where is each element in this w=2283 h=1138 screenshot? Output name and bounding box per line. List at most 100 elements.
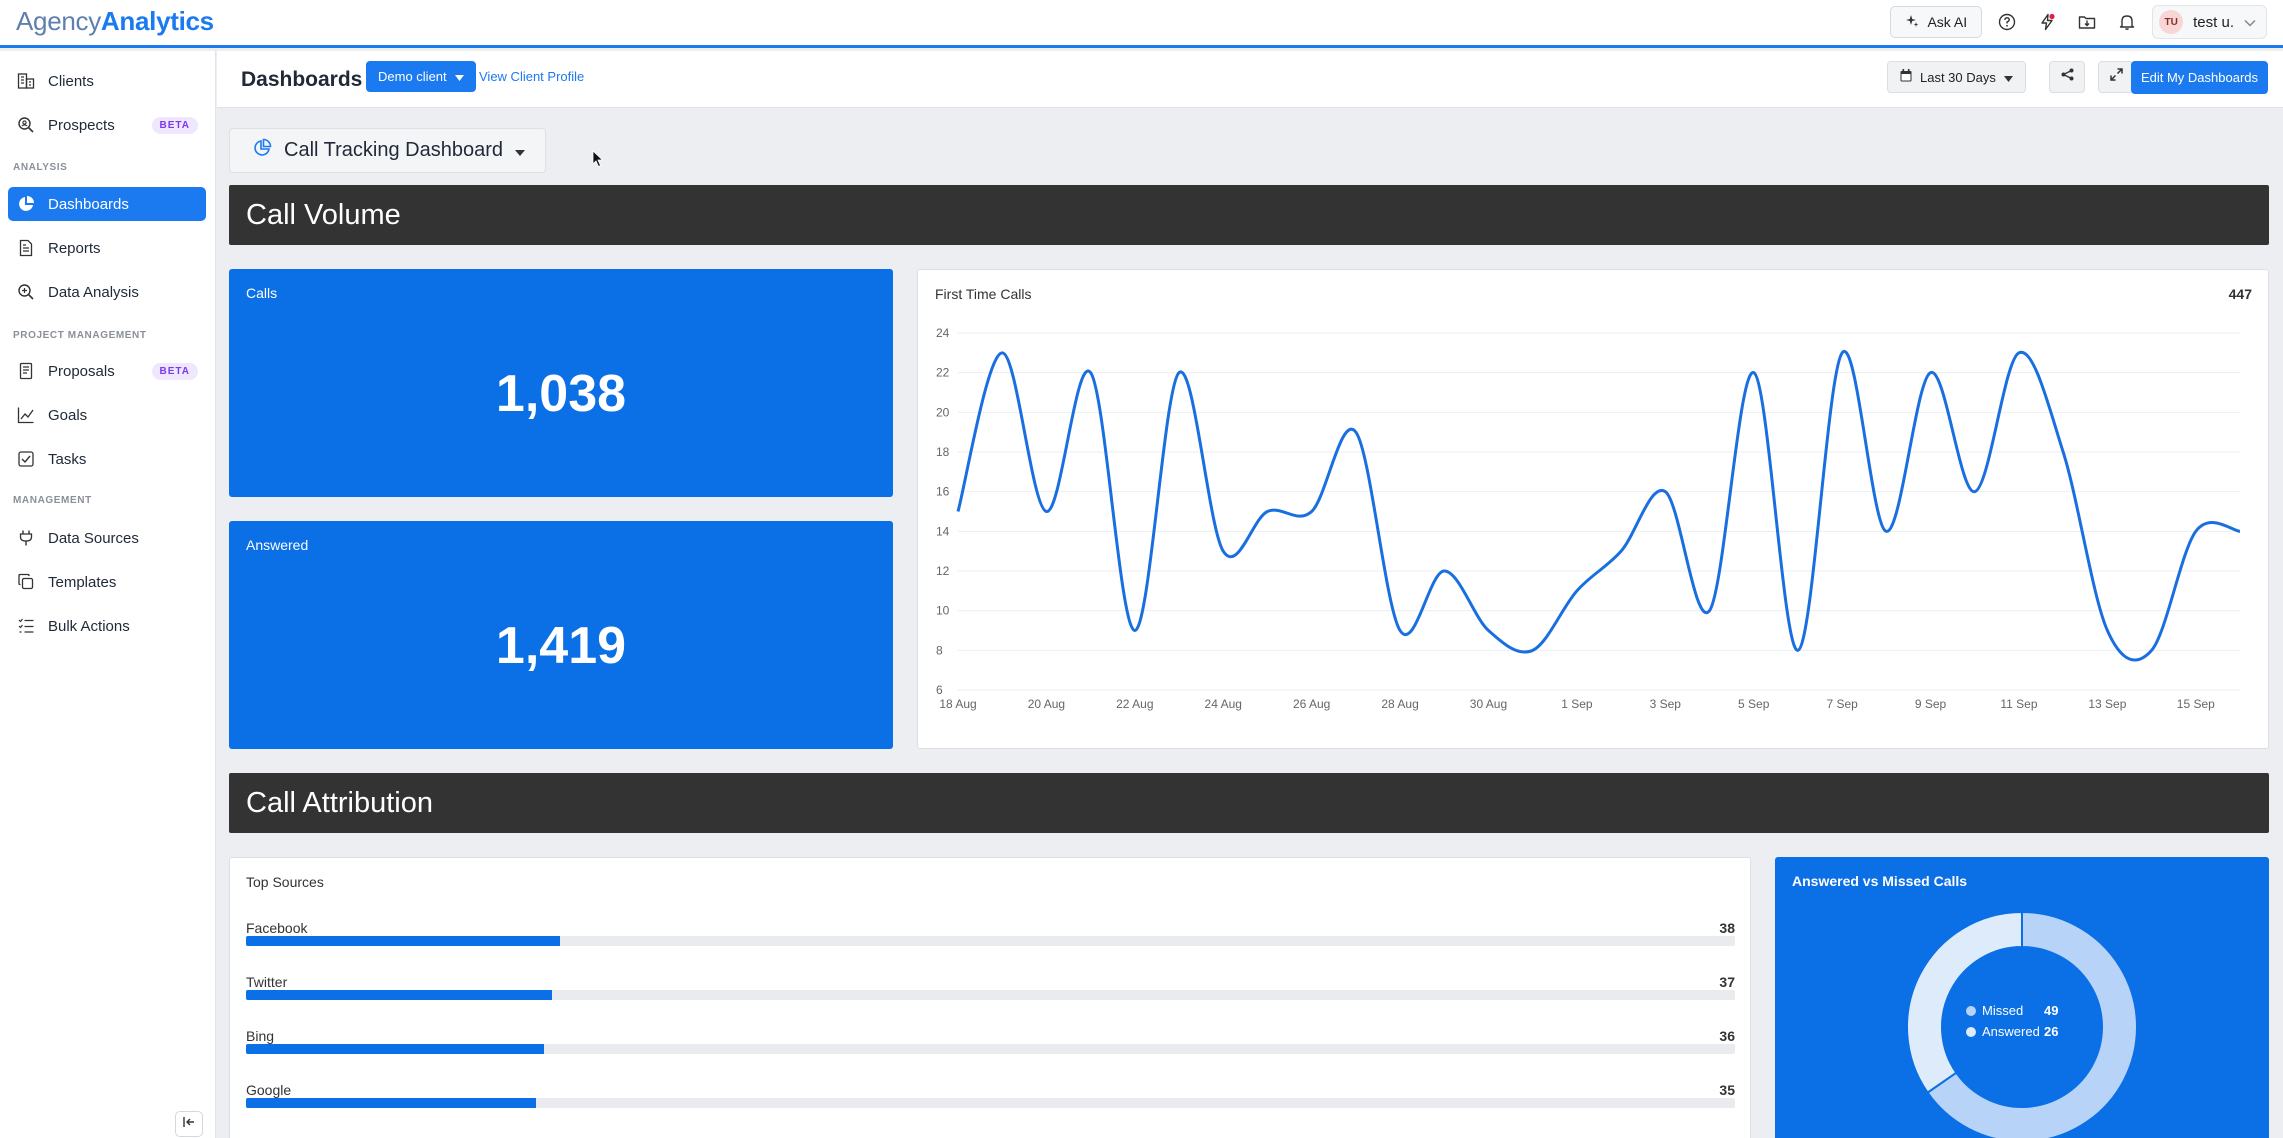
stat-label: Calls xyxy=(246,285,278,301)
sidebar-item-tasks[interactable]: Tasks xyxy=(8,442,206,476)
caret-down-icon xyxy=(454,69,464,84)
ask-ai-button[interactable]: Ask AI xyxy=(1890,6,1983,38)
sidebar-item-proposals[interactable]: Proposals BETA xyxy=(8,354,206,388)
first-time-calls-line-chart: 6 8 10 12 14 16 18 20 22 24 18 Aug 20 Aug 22 Aug 24 A… xyxy=(936,326,2241,711)
data-point xyxy=(1488,630,1489,631)
pie-chart-icon xyxy=(16,194,36,214)
answered-vs-missed-card: Answered vs Missed Calls Missed 49 Answere… xyxy=(1775,857,2269,1138)
user-name: test u. xyxy=(2193,13,2234,31)
client-dropdown-button[interactable]: Demo client xyxy=(366,61,476,92)
first-time-calls-card: First Time Calls 447 6 8 10 12 14 16 18 20 22 24 1… xyxy=(917,269,2269,749)
date-range-button[interactable]: Last 30 Days xyxy=(1887,61,2026,93)
sidebar-item-bulk-actions[interactable]: Bulk Actions xyxy=(8,609,206,643)
sidebar-item-label: Reports xyxy=(48,239,101,257)
x-tick-label: 30 Aug xyxy=(1470,697,1507,711)
sidebar-item-label: Bulk Actions xyxy=(48,617,130,635)
section-label-management: MANAGEMENT xyxy=(13,495,92,506)
fullscreen-button[interactable] xyxy=(2098,61,2134,93)
sidebar-item-templates[interactable]: Templates xyxy=(8,565,206,599)
top-right-controls: Ask AI TU test u. xyxy=(1890,5,2267,39)
x-tick-label: 7 Sep xyxy=(1826,697,1858,711)
edit-dashboards-button[interactable]: Edit My Dashboards xyxy=(2131,61,2268,94)
sidebar-item-goals[interactable]: Goals xyxy=(8,398,206,432)
proposal-icon xyxy=(16,361,36,381)
plug-icon xyxy=(16,528,36,548)
stat-value: 1,419 xyxy=(495,617,627,675)
card-title: Top Sources xyxy=(246,874,324,890)
source-name: Google xyxy=(246,1082,292,1098)
bell-icon[interactable] xyxy=(2112,7,2142,37)
x-tick-label: 11 Sep xyxy=(2000,697,2037,711)
zoom-icon xyxy=(16,282,36,302)
help-icon[interactable] xyxy=(1992,7,2022,37)
legend-value: 49 xyxy=(2044,1003,2058,1018)
pie-chart-icon xyxy=(252,138,272,164)
folder-download-icon[interactable] xyxy=(2072,7,2102,37)
x-tick-label: 18 Aug xyxy=(939,697,976,711)
client-button-label: Demo client xyxy=(378,69,447,84)
source-value: 37 xyxy=(1719,974,1735,990)
x-tick-label: 20 Aug xyxy=(1028,697,1065,711)
source-bar-track xyxy=(246,1098,1735,1108)
data-point xyxy=(2063,452,2064,453)
sidebar-item-data-analysis[interactable]: Data Analysis xyxy=(8,275,206,309)
caret-down-icon xyxy=(2003,70,2013,85)
data-point xyxy=(1355,432,1356,433)
sidebar-item-reports[interactable]: Reports xyxy=(8,231,206,265)
list-icon xyxy=(16,616,36,636)
source-row: Facebook 38 xyxy=(246,920,1735,956)
x-tick-label: 3 Sep xyxy=(1650,697,1682,711)
source-name: Facebook xyxy=(246,920,308,936)
top-sources-card: Top Sources Facebook 38 Twitter 37 Bing 36 Goo… xyxy=(229,857,1751,1138)
legend-marker xyxy=(1966,1006,1976,1016)
sidebar-item-dashboards[interactable]: Dashboards xyxy=(8,187,206,221)
logo-text-agency: Agency xyxy=(16,6,101,36)
y-tick-label: 6 xyxy=(936,683,943,697)
search-icon xyxy=(16,115,36,135)
data-point xyxy=(2195,531,2196,532)
sidebar-item-data-sources[interactable]: Data Sources xyxy=(8,521,206,555)
y-tick-label: 24 xyxy=(936,326,950,340)
sidebar-item-label: Clients xyxy=(48,72,94,90)
y-tick-label: 8 xyxy=(936,643,943,657)
source-bar xyxy=(246,936,561,946)
data-point xyxy=(1267,511,1268,512)
sidebar-item-label: Dashboards xyxy=(48,195,129,213)
view-client-profile-link[interactable]: View Client Profile xyxy=(479,69,584,84)
data-point xyxy=(1576,590,1577,591)
data-point xyxy=(1621,551,1622,552)
x-tick-label: 26 Aug xyxy=(1293,697,1330,711)
source-bar xyxy=(246,1098,536,1108)
share-button[interactable] xyxy=(2049,61,2085,93)
source-bar-track xyxy=(246,990,1735,1000)
data-point xyxy=(1974,491,1975,492)
data-point xyxy=(1046,511,1047,512)
logo-text-analytics: Analytics xyxy=(100,6,214,36)
data-point xyxy=(1444,571,1445,572)
sidebar-item-label: Data Analysis xyxy=(48,283,139,301)
data-point xyxy=(1797,650,1798,651)
x-tick-label: 24 Aug xyxy=(1205,697,1242,711)
source-row: Bing 36 xyxy=(246,1028,1735,1064)
trend-icon xyxy=(16,405,36,425)
updates-icon[interactable] xyxy=(2032,7,2062,37)
sidebar-item-prospects[interactable]: Prospects BETA xyxy=(8,108,206,142)
collapse-left-icon xyxy=(182,1115,196,1134)
collapse-sidebar-button[interactable] xyxy=(175,1111,203,1137)
data-point xyxy=(2151,650,2152,651)
y-tick-label: 16 xyxy=(936,485,950,499)
user-menu[interactable]: TU test u. xyxy=(2152,5,2267,39)
dashboard-selector[interactable]: Call Tracking Dashboard xyxy=(229,128,546,173)
app-logo[interactable]: AgencyAnalytics xyxy=(16,6,214,37)
calendar-icon xyxy=(1900,69,1912,85)
sidebar-item-clients[interactable]: Clients xyxy=(8,64,206,98)
checkbox-icon xyxy=(16,449,36,469)
beta-badge: BETA xyxy=(151,362,198,380)
data-point xyxy=(1134,630,1135,631)
y-tick-label: 22 xyxy=(936,366,950,380)
series-line xyxy=(956,350,2241,662)
section-label-analysis: ANALYSIS xyxy=(13,162,68,173)
section-label-project-management: PROJECT MANAGEMENT xyxy=(13,330,147,341)
data-point xyxy=(1532,650,1533,651)
data-point xyxy=(1665,491,1666,492)
